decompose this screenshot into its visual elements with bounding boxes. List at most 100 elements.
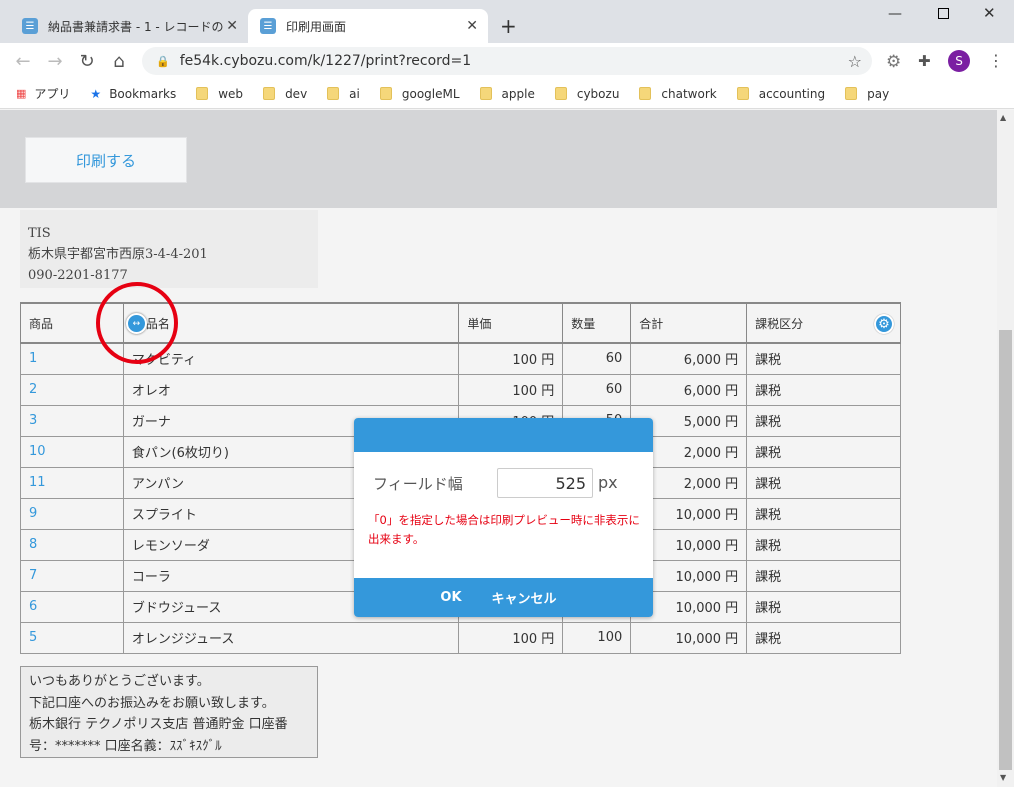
customer-address: TIS 栃木県宇都宮市西原3-4-4-201 090-2201-8177	[20, 210, 318, 288]
product-id-cell[interactable]: 10	[20, 435, 124, 468]
tax-category-cell: 課税	[746, 404, 901, 437]
total-cell: 6,000 円	[630, 342, 748, 375]
profile-avatar[interactable]: S	[948, 50, 970, 72]
header-quantity: 数量	[562, 302, 632, 344]
bookmark-pay[interactable]: pay	[845, 87, 889, 101]
extensions-puzzle-icon[interactable]: ✚	[918, 52, 931, 70]
tax-category-cell: 課税	[746, 373, 901, 406]
browser-toolbar: ← → ↻ ⌂ 🔒 fe54k.cybozu.com/k/1227/print?r…	[0, 43, 1014, 79]
note-line: 栃木銀行 テクノポリス支店 普通貯金 口座番	[29, 717, 288, 732]
bookmark-dev[interactable]: dev	[263, 87, 307, 101]
forward-icon[interactable]: →	[44, 50, 66, 72]
home-icon[interactable]: ⌂	[108, 50, 130, 72]
menu-dots-icon[interactable]: ⋮	[988, 51, 1004, 70]
bookmark-chatwork[interactable]: chatwork	[639, 87, 717, 101]
product-id-cell[interactable]: 11	[20, 466, 124, 499]
tab-print-view[interactable]: ☰ 印刷用画面 ✕	[248, 9, 488, 43]
folder-icon	[379, 87, 392, 100]
folder-icon	[845, 87, 858, 100]
cancel-button[interactable]: キャンセル	[492, 588, 557, 607]
tax-category-cell: 課税	[746, 342, 901, 375]
header-tax-category: 課税区分 ⚙	[746, 302, 901, 344]
new-tab-button[interactable]: +	[500, 14, 517, 38]
product-id-cell[interactable]: 9	[20, 497, 124, 530]
product-id-cell[interactable]: 5	[20, 621, 124, 654]
warning-text: 「0」を指定した場合は印刷プレビュー時に非表示に出来ます。	[368, 513, 640, 546]
product-id-cell[interactable]: 8	[20, 528, 124, 561]
customer-name: TIS	[28, 226, 51, 241]
folder-icon	[327, 87, 340, 100]
scrollbar-thumb[interactable]	[999, 330, 1012, 770]
folder-icon	[263, 87, 276, 100]
extension-gear-icon[interactable]: ⚙	[886, 52, 901, 72]
bookmark-apps[interactable]: ▦ アプリ	[16, 85, 70, 102]
folder-icon	[196, 87, 209, 100]
quantity-cell: 60	[562, 342, 632, 375]
quantity-cell: 100	[562, 621, 632, 654]
bookmark-accounting[interactable]: accounting	[736, 87, 825, 101]
back-icon[interactable]: ←	[12, 50, 34, 72]
bookmark-ai[interactable]: ai	[327, 87, 360, 101]
close-tab-icon[interactable]: ✕	[466, 18, 478, 34]
product-id-cell[interactable]: 2	[20, 373, 124, 406]
note-line: いつもありがとうございます。	[29, 674, 210, 689]
folder-icon	[736, 87, 749, 100]
table-row: 5 オレンジジュース 100 円 100 10,000 円課税	[20, 621, 901, 654]
bookmark-googleml[interactable]: googleML	[379, 87, 460, 101]
close-tab-icon[interactable]: ✕	[226, 18, 238, 34]
total-cell: 6,000 円	[630, 373, 748, 406]
field-width-input[interactable]	[497, 468, 593, 498]
bookmark-bookmarks[interactable]: ★ Bookmarks	[90, 87, 176, 101]
customer-phone: 090-2201-8177	[28, 268, 128, 283]
tax-category-cell: 課税	[746, 528, 901, 561]
tax-category-cell: 課税	[746, 497, 901, 530]
lock-icon: 🔒	[156, 54, 170, 68]
total-cell: 10,000 円	[630, 621, 748, 654]
bookmarks-bar: ▦ アプリ ★ Bookmarks web dev ai googleML appl…	[0, 79, 1014, 109]
product-id-cell[interactable]: 3	[20, 404, 124, 437]
tab-bar: ☰納品書兼請求書 - 1 - レコードの詳細✕ ☰印刷用画面✕ + — ✕	[0, 0, 1014, 43]
item-name-cell: オレオ	[122, 373, 460, 406]
payment-note: いつもありがとうございます。 下記口座へのお振込みをお願い致します。 栃木銀行 …	[20, 666, 318, 758]
folder-icon	[554, 87, 567, 100]
header-unit-price: 単価	[458, 302, 564, 344]
header-total: 合計	[630, 302, 748, 344]
unit-price-cell: 100 円	[458, 621, 564, 654]
bookmark-web[interactable]: web	[196, 87, 243, 101]
unit-price-cell: 100 円	[458, 373, 564, 406]
settings-gear-icon[interactable]: ⚙	[874, 314, 894, 334]
maximize-button[interactable]	[938, 8, 949, 19]
close-window-button[interactable]: ✕	[983, 4, 996, 22]
tab-record-detail[interactable]: ☰納品書兼請求書 - 1 - レコードの詳細✕	[10, 9, 248, 43]
highlight-circle	[96, 282, 178, 364]
minimize-button[interactable]: —	[888, 6, 902, 22]
scroll-down-arrow[interactable]: ▼	[1000, 773, 1006, 782]
tax-category-cell: 課税	[746, 559, 901, 592]
note-line: 号：******* 口座名義：ｽｽﾞｷｽｸﾞﾙ	[29, 738, 222, 754]
item-name-cell: マクビティ	[122, 342, 460, 375]
unit-price-cell: 100 円	[458, 342, 564, 375]
app-list-icon: ☰	[22, 18, 38, 34]
tax-category-cell: 課税	[746, 621, 901, 654]
address-bar[interactable]: 🔒 fe54k.cybozu.com/k/1227/print?record=1 ☆	[142, 47, 872, 75]
bookmark-star-icon[interactable]: ☆	[848, 52, 862, 71]
product-id-cell[interactable]: 7	[20, 559, 124, 592]
ok-button[interactable]: OK	[440, 590, 461, 605]
folder-icon	[479, 87, 492, 100]
star-icon: ★	[90, 86, 102, 101]
field-width-dialog: フィールド幅 px 「0」を指定した場合は印刷プレビュー時に非表示に出来ます。 …	[354, 418, 653, 617]
dialog-footer: OK キャンセル	[354, 578, 653, 617]
table-row: 2 オレオ 100 円 60 6,000 円課税	[20, 373, 901, 406]
product-id-cell[interactable]: 6	[20, 590, 124, 623]
folder-icon	[639, 87, 652, 100]
apps-grid-icon: ▦	[16, 87, 27, 100]
scroll-up-arrow[interactable]: ▲	[1000, 113, 1006, 122]
bookmark-cybozu[interactable]: cybozu	[554, 87, 619, 101]
field-width-label: フィールド幅	[373, 475, 463, 493]
bookmark-apple[interactable]: apple	[479, 87, 535, 101]
print-button[interactable]: 印刷する	[25, 137, 187, 183]
quantity-cell: 60	[562, 373, 632, 406]
reload-icon[interactable]: ↻	[76, 50, 98, 72]
item-name-cell: オレンジジュース	[122, 621, 460, 654]
tax-category-cell: 課税	[746, 590, 901, 623]
